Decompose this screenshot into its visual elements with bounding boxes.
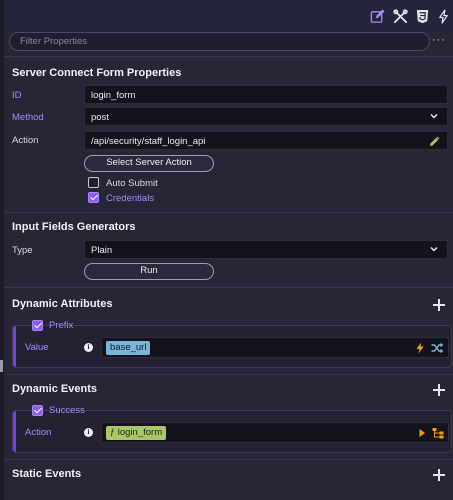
group-accent-bar <box>13 411 16 452</box>
divider <box>4 212 453 213</box>
id-label: ID <box>12 90 22 101</box>
section-title-dynamic-events: Dynamic Events <box>12 383 97 395</box>
properties-panel: ··· Server Connect Form Properties ID lo… <box>4 0 453 500</box>
success-checkbox[interactable] <box>32 405 43 416</box>
method-select[interactable]: post <box>84 107 448 126</box>
divider <box>4 459 453 460</box>
flow-icon[interactable] <box>432 427 444 439</box>
action-value: /api/security/staff_login_api <box>91 136 206 147</box>
flash-icon[interactable] <box>414 342 426 354</box>
css3-icon[interactable] <box>413 7 431 25</box>
login-form-chip-label: login_form <box>117 427 163 438</box>
info-icon[interactable]: i <box>84 343 93 352</box>
section-title-static-events: Static Events <box>12 468 82 480</box>
section-title-dynamic-attributes: Dynamic Attributes <box>12 298 113 310</box>
add-dynamic-attribute-icon[interactable] <box>433 299 445 311</box>
toolbar <box>4 0 453 32</box>
divider <box>4 287 453 288</box>
dynamic-event-group: Success Action i ƒ login_form <box>12 405 452 453</box>
more-options-button[interactable]: ··· <box>432 34 446 48</box>
chevron-down-icon <box>430 246 438 252</box>
action-expression-field[interactable]: ƒ login_form <box>101 422 449 443</box>
info-icon[interactable]: i <box>84 428 93 437</box>
id-value: login_form <box>91 90 136 101</box>
type-label: Type <box>12 245 33 256</box>
run-button[interactable]: Run <box>84 263 214 280</box>
filter-input[interactable] <box>10 33 429 50</box>
select-server-action-button[interactable]: Select Server Action <box>84 155 214 172</box>
auto-submit-label: Auto Submit <box>106 178 158 189</box>
add-static-event-icon[interactable] <box>433 469 445 481</box>
method-value: post <box>91 112 109 123</box>
tools-icon[interactable] <box>391 7 409 25</box>
prefix-title: Prefix <box>49 320 74 331</box>
edit-icon[interactable] <box>368 7 386 25</box>
dynamic-attribute-group: Prefix Value i base_url <box>12 320 452 368</box>
value-label: Value <box>25 342 49 353</box>
pencil-icon[interactable] <box>429 135 441 147</box>
group-accent-bar <box>13 326 16 367</box>
section-title-input-generators: Input Fields Generators <box>12 221 136 233</box>
auto-submit-checkbox[interactable] <box>88 177 99 188</box>
action-field[interactable]: /api/security/staff_login_api <box>84 131 448 150</box>
shuffle-icon[interactable] <box>431 342 443 354</box>
credentials-label: Credentials <box>106 193 155 204</box>
action-label: Action <box>12 135 39 146</box>
play-icon[interactable] <box>416 427 428 439</box>
function-icon: ƒ <box>110 428 115 438</box>
section-title-form-properties: Server Connect Form Properties <box>12 67 182 79</box>
type-select[interactable]: Plain <box>84 240 448 259</box>
id-field[interactable]: login_form <box>84 85 448 104</box>
filter-properties-field[interactable] <box>9 32 430 51</box>
divider <box>4 56 453 57</box>
chevron-down-icon <box>430 113 438 119</box>
credentials-checkbox[interactable] <box>88 192 99 203</box>
prefix-checkbox[interactable] <box>32 320 43 331</box>
success-title: Success <box>49 405 85 416</box>
resize-handle[interactable] <box>0 360 3 372</box>
flash-icon[interactable] <box>434 7 452 25</box>
value-expression-field[interactable]: base_url <box>101 337 449 358</box>
type-value: Plain <box>91 245 113 256</box>
login-form-chip[interactable]: ƒ login_form <box>106 426 167 440</box>
add-dynamic-event-icon[interactable] <box>433 384 445 396</box>
action-event-label: Action <box>25 427 52 438</box>
base-url-chip[interactable]: base_url <box>106 341 151 355</box>
method-label: Method <box>12 112 44 123</box>
divider <box>4 374 453 375</box>
